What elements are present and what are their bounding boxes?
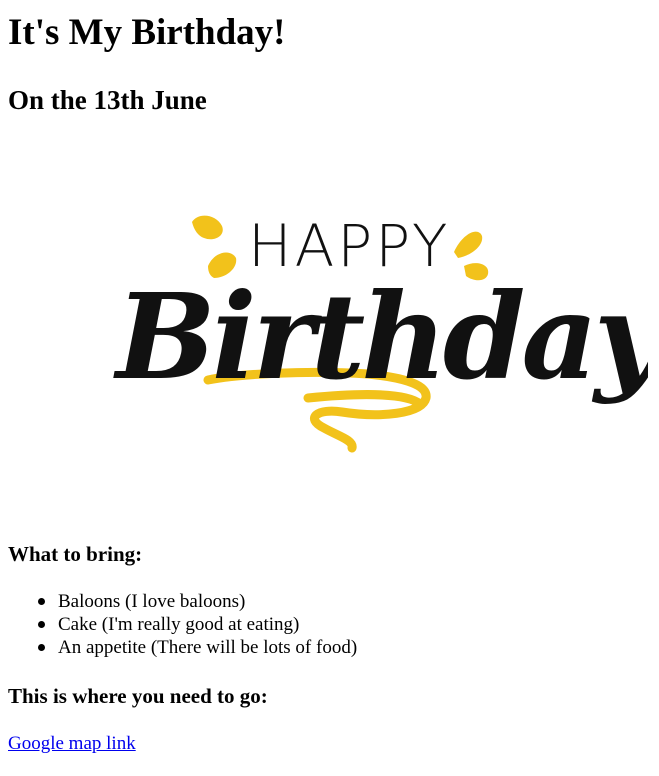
banner-birthday-text: Birthday xyxy=(113,267,648,406)
page: It's My Birthday! On the 13th June HAPPY… xyxy=(0,0,659,776)
google-map-link[interactable]: Google map link xyxy=(8,732,136,756)
page-subtitle: On the 13th June xyxy=(8,85,207,115)
what-to-bring-heading: What to bring: xyxy=(8,542,143,566)
list-item: An appetite (There will be lots of food) xyxy=(37,637,358,658)
happy-birthday-image: HAPPY Birthday xyxy=(8,142,648,522)
list-item: Cake (I'm really good at eating) xyxy=(37,613,357,636)
accent-splash-right-top xyxy=(454,231,483,258)
bring-list: Baloons (I love baloons) Cake (I'm reall… xyxy=(8,590,357,659)
list-item: Baloons (I love baloons) xyxy=(37,590,357,613)
accent-splash-left-top xyxy=(192,215,223,240)
happy-birthday-graphic: HAPPY Birthday xyxy=(113,212,648,453)
directions-heading: This is where you need to go: xyxy=(8,684,268,708)
page-title: It's My Birthday! xyxy=(8,12,286,53)
